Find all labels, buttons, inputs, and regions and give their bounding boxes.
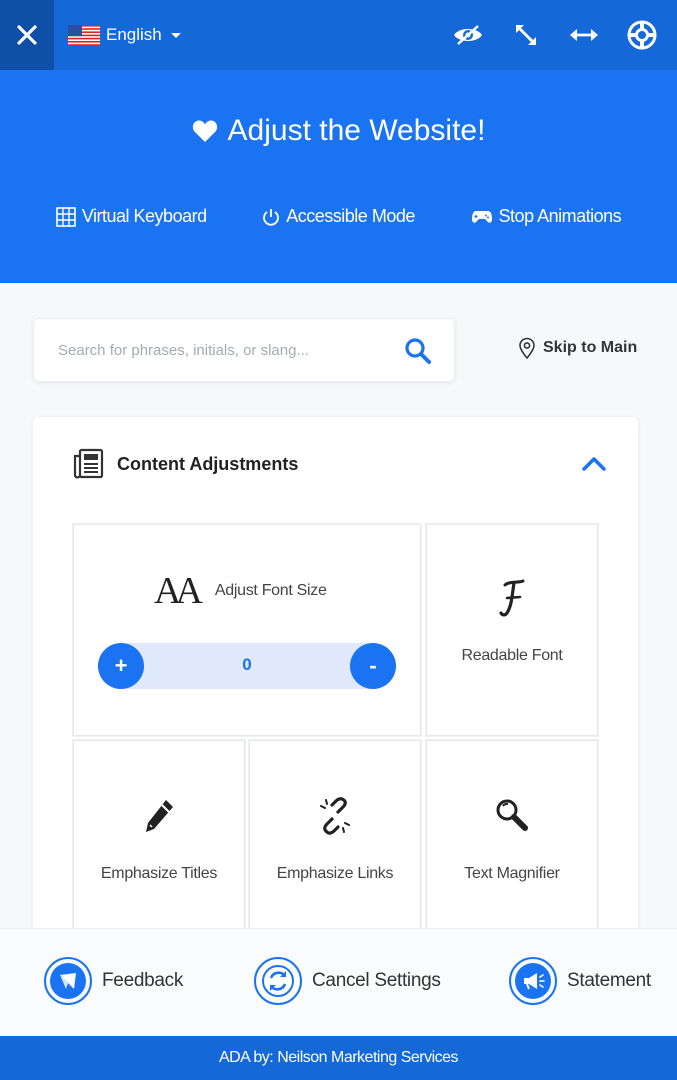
page-title: Adjust the Website! [0,114,677,148]
emphasize-links-label: Emphasize Links [276,865,394,882]
feedback-icon [44,957,92,1005]
readable-font-icon [499,579,525,617]
credit-bar[interactable]: ADA by: Neilson Marketing Services [0,1036,677,1080]
top-bar: English [0,0,677,70]
newspaper-icon [73,448,104,479]
close-button[interactable] [0,0,54,70]
emphasize-titles-label: Emphasize Titles [100,865,218,882]
content-adjustments-panel: Content Adjustments AA Adjust Font Size … [33,417,638,957]
help-button[interactable] [625,18,659,52]
statement-label: Statement [567,970,651,991]
stop-animations-label: Stop Animations [498,206,622,226]
search-box [33,318,455,382]
accessible-mode-button[interactable]: Accessible Mode [262,206,415,227]
skip-to-main-label: Skip to Main [543,339,638,356]
text-magnifier-label: Text Magnifier [464,865,560,882]
oversize-widget-button[interactable] [567,18,601,52]
emphasize-links-tile[interactable]: Emphasize Links [249,740,421,952]
hero-banner: Adjust the Website! Virtual Keyboard Acc… [0,70,677,283]
location-pin-icon [519,337,535,359]
emphasize-titles-tile[interactable]: Emphasize Titles [73,740,245,952]
chevron-down-icon [170,32,181,38]
language-label: English [106,25,162,44]
readable-font-label: Readable Font [461,647,563,664]
keyboard-icon [56,206,76,227]
cancel-settings-button[interactable]: Cancel Settings [254,957,441,1005]
hide-interface-icon [454,25,482,45]
us-flag-icon [68,24,100,46]
move-widget-button[interactable] [509,18,543,52]
cancel-settings-label: Cancel Settings [312,970,441,991]
statement-button[interactable]: Statement [509,957,651,1005]
magnifier-icon [496,799,528,831]
font-size-icon: AA [154,570,203,612]
stop-animations-button[interactable]: Stop Animations [471,206,622,227]
font-size-control: + 0 - [98,643,396,689]
hide-interface-button[interactable] [451,18,485,52]
accessible-mode-label: Accessible Mode [286,206,415,226]
hero-title-text: Adjust the Website! [227,114,486,147]
decrease-font-size-button[interactable]: - [350,643,396,689]
move-widget-icon [516,25,536,45]
oversize-widget-icon [570,29,598,41]
power-icon [263,208,280,226]
virtual-keyboard-button[interactable]: Virtual Keyboard [56,206,207,227]
adjust-font-size-label: Adjust Font Size [214,582,327,599]
close-icon [17,25,37,45]
pencil-icon [146,800,173,832]
virtual-keyboard-label: Virtual Keyboard [81,206,207,226]
heart-icon [192,120,217,142]
gamepad-icon [471,210,492,223]
search-icon[interactable] [404,337,432,365]
chevron-up-icon[interactable] [580,453,608,473]
skip-to-main-link[interactable]: Skip to Main [518,337,637,359]
readable-font-tile[interactable]: Readable Font [426,524,598,736]
megaphone-icon [509,957,557,1005]
feedback-button[interactable]: Feedback [44,957,183,1005]
adjust-font-size-tile: AA Adjust Font Size + 0 - [73,524,421,736]
panel-title: Content Adjustments [117,453,299,474]
text-magnifier-tile[interactable]: Text Magnifier [426,740,598,952]
footer-actions: Feedback Cancel Settings Statement [0,928,677,1036]
refresh-icon [254,957,302,1005]
broken-link-icon [320,797,350,835]
language-selector[interactable]: English [68,22,181,48]
feedback-label: Feedback [102,970,184,991]
help-icon [627,20,657,50]
search-input[interactable] [58,319,378,381]
panel-header: Content Adjustments [71,447,298,481]
